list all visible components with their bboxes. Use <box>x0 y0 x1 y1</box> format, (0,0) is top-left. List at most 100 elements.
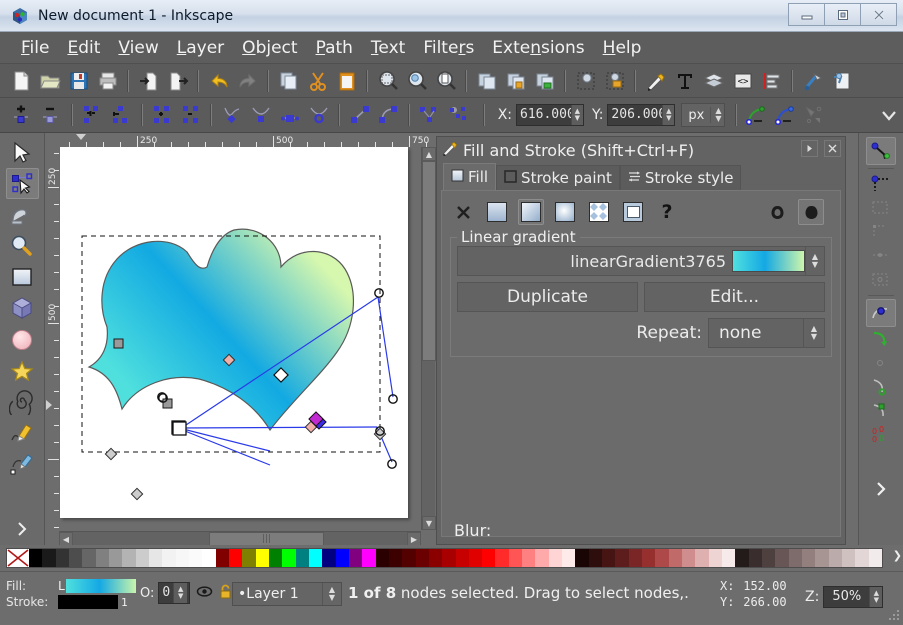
rectangle-tool[interactable] <box>6 262 39 293</box>
object-to-path-icon[interactable] <box>417 103 442 128</box>
palette-color-40[interactable] <box>562 549 575 567</box>
document-properties-icon[interactable] <box>828 67 855 94</box>
print-document-icon[interactable] <box>94 67 121 94</box>
palette-color-37[interactable] <box>522 549 535 567</box>
vertical-ruler[interactable]: 250 500 <box>45 147 59 530</box>
align-distribute-icon[interactable] <box>758 67 785 94</box>
open-document-icon[interactable] <box>36 67 63 94</box>
linear-gradient-button[interactable] <box>518 199 544 225</box>
menu-path[interactable]: Path <box>307 36 362 60</box>
palette-color-19[interactable] <box>282 549 295 567</box>
scroll-up-button[interactable]: ▲ <box>422 147 436 161</box>
palette-color-14[interactable] <box>216 549 229 567</box>
palette-color-57[interactable] <box>789 549 802 567</box>
palette-color-44[interactable] <box>615 549 628 567</box>
horizontal-scrollbar[interactable]: ◀ ||| ▶ <box>59 531 421 545</box>
scroll-right-button[interactable]: ▶ <box>407 532 421 546</box>
menu-edit[interactable]: Edit <box>58 36 109 60</box>
paste-icon[interactable] <box>333 67 360 94</box>
palette-color-21[interactable] <box>309 549 322 567</box>
delete-segment-icon[interactable] <box>179 103 204 128</box>
menu-text[interactable]: Text <box>362 36 414 60</box>
palette-color-17[interactable] <box>256 549 269 567</box>
palette-color-22[interactable] <box>322 549 335 567</box>
chevron-down-icon[interactable] <box>876 103 901 128</box>
enable-snapping-button[interactable] <box>866 137 896 165</box>
palette-color-36[interactable] <box>509 549 522 567</box>
group-icon[interactable] <box>502 67 529 94</box>
palette-color-2[interactable] <box>56 549 69 567</box>
layer-selector[interactable]: •Layer 1 ▲▼ <box>232 582 342 606</box>
stroke-value[interactable]: 1 <box>58 595 136 609</box>
snapbar-expander[interactable] <box>866 477 896 501</box>
palette-color-13[interactable] <box>202 549 215 567</box>
palette-color-9[interactable] <box>149 549 162 567</box>
show-handles-icon[interactable] <box>744 103 769 128</box>
swatch-button[interactable] <box>620 199 646 225</box>
palette-color-4[interactable] <box>82 549 95 567</box>
menu-filters[interactable]: Filters <box>414 36 483 60</box>
calligraphy-tool[interactable] <box>6 449 39 480</box>
menu-file[interactable]: File <box>12 36 58 60</box>
palette-color-8[interactable] <box>136 549 149 567</box>
palette-color-62[interactable] <box>855 549 868 567</box>
menu-object[interactable]: Object <box>233 36 306 60</box>
palette-color-20[interactable] <box>296 549 309 567</box>
radial-gradient-button[interactable] <box>552 199 578 225</box>
eye-icon[interactable] <box>196 585 213 602</box>
palette-color-32[interactable] <box>456 549 469 567</box>
tweak-tool[interactable] <box>6 199 39 230</box>
palette-color-50[interactable] <box>695 549 708 567</box>
palette-color-3[interactable] <box>69 549 82 567</box>
opacity-spinner[interactable]: ▲▼ <box>173 583 187 603</box>
scroll-down-button[interactable]: ▼ <box>422 516 436 530</box>
palette-color-16[interactable] <box>242 549 255 567</box>
show-outline-icon[interactable] <box>772 103 797 128</box>
snap-nodes-paths-button[interactable] <box>866 299 896 327</box>
scroll-left-button[interactable]: ◀ <box>59 532 73 546</box>
palette-color-6[interactable] <box>109 549 122 567</box>
flat-color-button[interactable] <box>484 199 510 225</box>
node-auto-icon[interactable] <box>306 103 331 128</box>
palette-color-52[interactable] <box>722 549 735 567</box>
node-symmetric-icon[interactable] <box>277 103 302 128</box>
palette-color-38[interactable] <box>535 549 548 567</box>
palette-color-30[interactable] <box>429 549 442 567</box>
chevron-updown-icon[interactable]: ▲▼ <box>805 247 824 275</box>
palette-color-5[interactable] <box>96 549 109 567</box>
horizontal-ruler[interactable]: 250 500 750 <box>59 133 435 147</box>
snap-to-cusp-button[interactable] <box>866 375 896 399</box>
panel-close-icon[interactable] <box>824 140 841 157</box>
preferences-icon[interactable] <box>799 67 826 94</box>
zoom-page-icon[interactable] <box>432 67 459 94</box>
palette-color-28[interactable] <box>402 549 415 567</box>
palette-color-53[interactable] <box>735 549 748 567</box>
curve-segment-icon[interactable] <box>376 103 401 128</box>
zoom-input[interactable]: 50% ▲▼ <box>823 586 883 608</box>
question-mark-icon[interactable]: ? <box>654 199 680 225</box>
palette-color-39[interactable] <box>549 549 562 567</box>
save-document-icon[interactable] <box>65 67 92 94</box>
menu-extensions[interactable]: Extensions <box>483 36 593 60</box>
palette-color-42[interactable] <box>589 549 602 567</box>
fillrule-evenodd-icon[interactable] <box>764 199 790 225</box>
fill-value[interactable]: L <box>58 579 136 593</box>
edit-gradient-button[interactable]: Edit... <box>644 282 825 312</box>
palette-color-41[interactable] <box>575 549 588 567</box>
delete-node-icon[interactable] <box>39 103 64 128</box>
palette-color-56[interactable] <box>775 549 788 567</box>
palette-color-43[interactable] <box>602 549 615 567</box>
palette-scroll-arrow[interactable]: ❯ <box>893 549 902 562</box>
palette-color-63[interactable] <box>869 549 882 567</box>
node-cusp-icon[interactable] <box>219 103 244 128</box>
palette-color-25[interactable] <box>362 549 375 567</box>
insert-node-icon[interactable] <box>10 103 35 128</box>
stroke-to-path-icon[interactable] <box>446 103 471 128</box>
object-lock-icon[interactable] <box>601 67 628 94</box>
layers-icon[interactable] <box>700 67 727 94</box>
duplicate-gradient-button[interactable]: Duplicate <box>457 282 638 312</box>
none-color-icon[interactable] <box>7 549 29 567</box>
lock-icon[interactable] <box>219 584 232 603</box>
palette-color-58[interactable] <box>802 549 815 567</box>
vertical-scrollbar[interactable]: ▲ ▼ <box>421 147 435 530</box>
